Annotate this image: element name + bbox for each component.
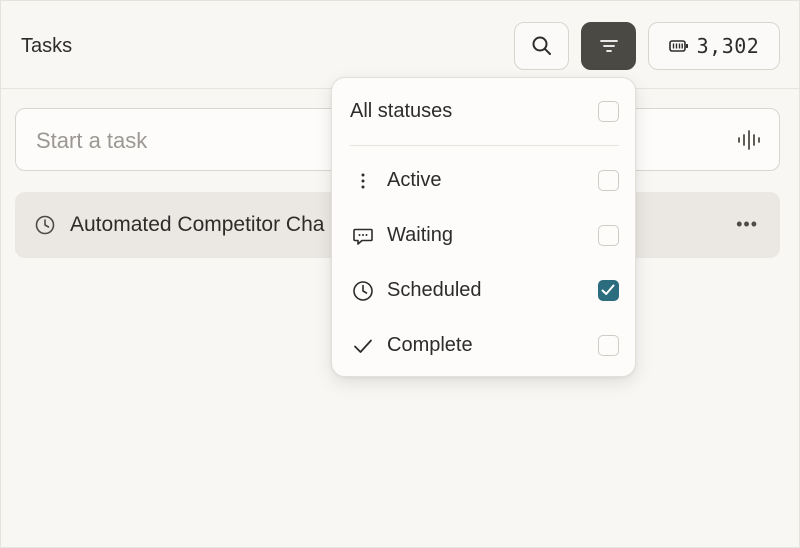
search-button[interactable] <box>514 22 569 70</box>
chat-bubble-icon <box>353 228 373 245</box>
menu-item-complete[interactable]: Complete <box>332 322 635 370</box>
menu-divider <box>350 145 619 146</box>
menu-item-label: Scheduled <box>387 279 482 301</box>
search-icon <box>532 36 551 55</box>
menu-item-label: Active <box>387 169 442 191</box>
menu-item-active[interactable]: Active <box>332 157 635 205</box>
all-statuses-checkbox[interactable] <box>598 101 619 122</box>
credits-count: 3,302 <box>696 34 760 58</box>
scheduled-checkbox[interactable] <box>598 280 619 301</box>
filter-icon <box>599 40 618 52</box>
filter-button[interactable] <box>581 22 636 70</box>
clock-icon <box>353 281 373 301</box>
more-options-icon[interactable]: ••• <box>736 214 758 235</box>
active-checkbox[interactable] <box>598 170 619 191</box>
menu-item-waiting[interactable]: Waiting <box>332 212 635 260</box>
menu-item-label: Waiting <box>387 224 453 246</box>
complete-checkbox[interactable] <box>598 335 619 356</box>
clock-icon <box>35 215 55 235</box>
credits-button[interactable]: 3,302 <box>648 22 780 70</box>
voice-waveform-icon[interactable] <box>737 129 761 151</box>
vertical-dots-icon <box>361 173 365 189</box>
task-name: Automated Competitor Cha <box>70 213 325 236</box>
waiting-checkbox[interactable] <box>598 225 619 246</box>
menu-item-label: Complete <box>387 334 473 356</box>
tasks-panel: Tasks 3,302 Start a task Automated Compe… <box>0 0 800 548</box>
status-filter-menu: All statuses Active Waiting Scheduled Co… <box>331 77 636 377</box>
checkmark-icon <box>354 339 372 353</box>
menu-item-all-statuses[interactable]: All statuses <box>332 88 635 136</box>
menu-item-label: All statuses <box>350 100 453 122</box>
header-bar: Tasks 3,302 <box>1 1 799 89</box>
battery-icon <box>668 40 688 52</box>
menu-item-scheduled[interactable]: Scheduled <box>332 267 635 315</box>
checkmark-icon <box>601 284 615 295</box>
page-title: Tasks <box>21 35 73 57</box>
